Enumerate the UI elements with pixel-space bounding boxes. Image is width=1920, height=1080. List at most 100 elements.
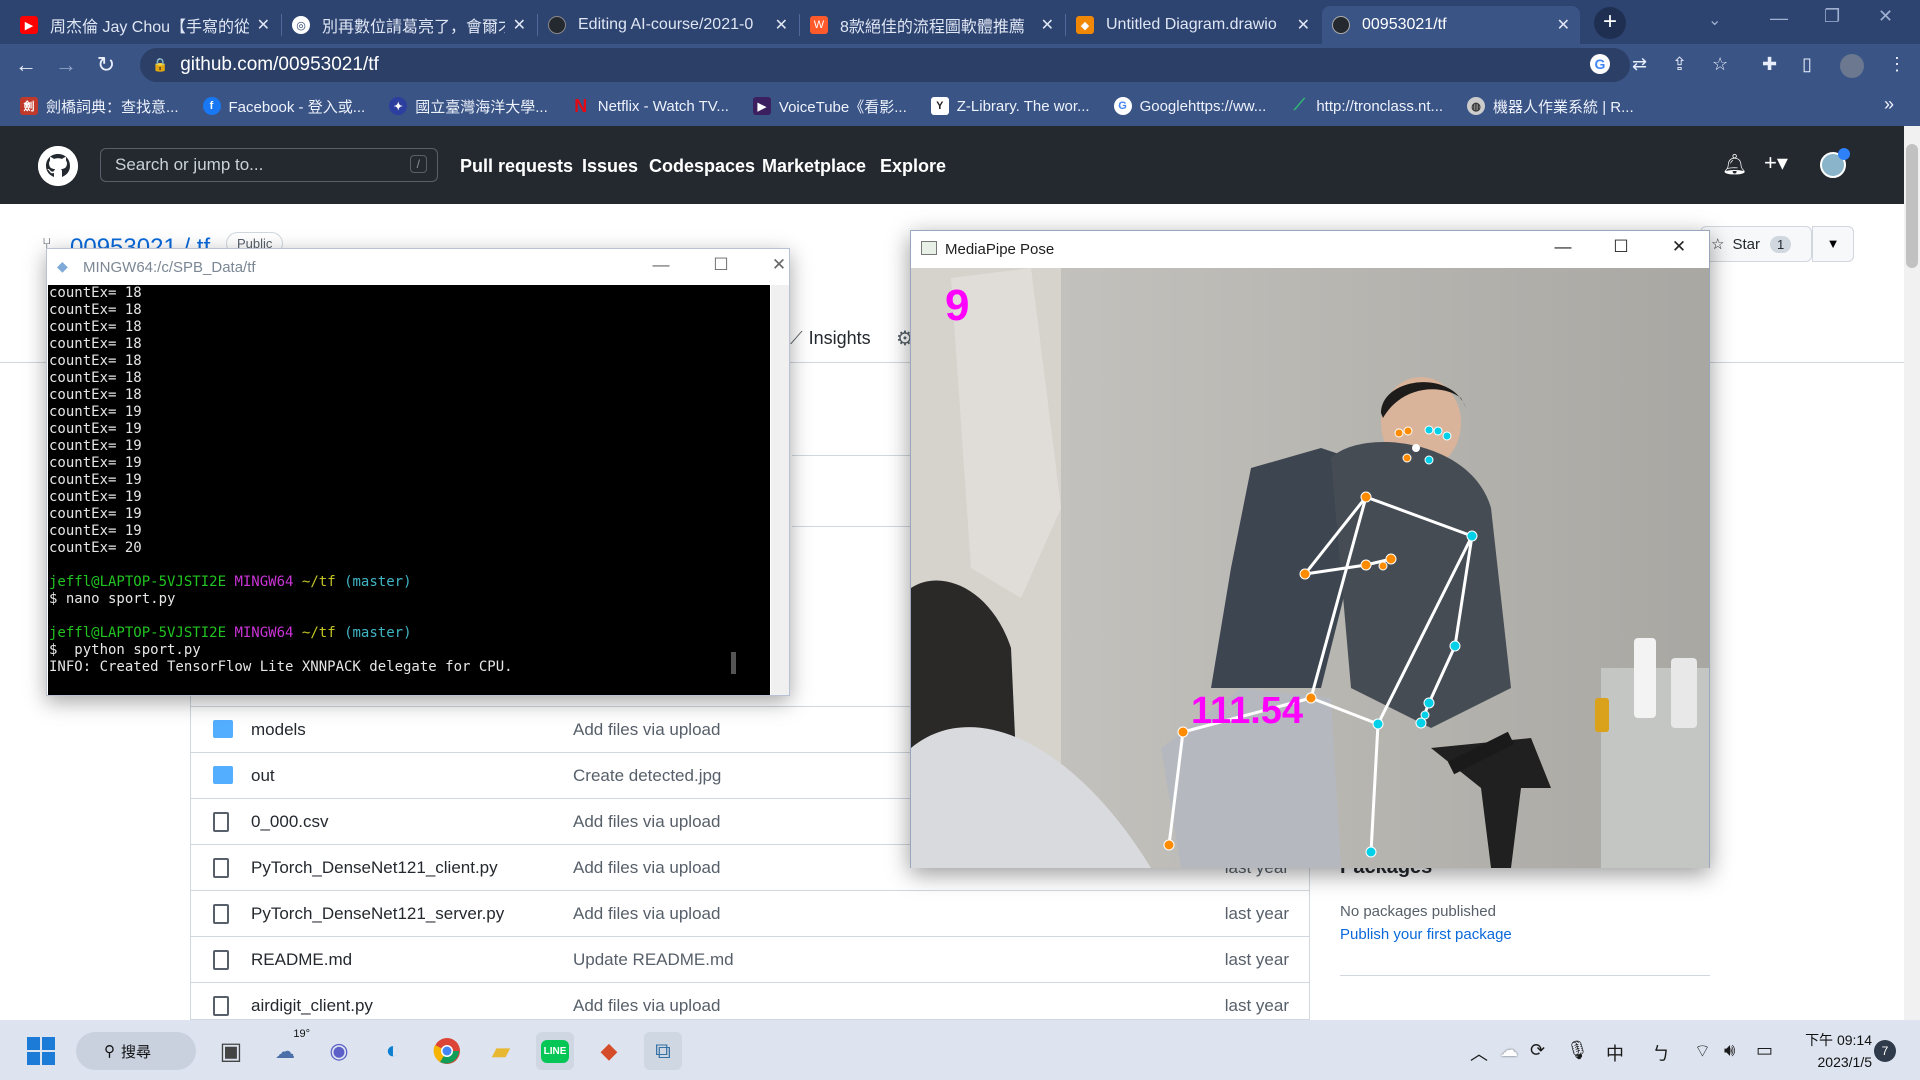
profile-avatar[interactable] (1840, 54, 1864, 78)
back-icon[interactable]: ← (12, 52, 40, 78)
more-bookmarks-icon[interactable]: » (1884, 94, 1894, 115)
browser-tab[interactable]: W 8款絕佳的流程圖軟體推薦 ✕ (800, 6, 1064, 44)
bookmark-item[interactable]: ⟋ http://tronclass.nt... (1290, 97, 1443, 115)
git-icon[interactable]: ◆ (590, 1032, 628, 1070)
commit-message[interactable]: Add files via upload (573, 904, 720, 924)
share-icon[interactable]: ⇪ (1672, 54, 1687, 75)
mediapipe-titlebar[interactable]: MediaPipe Pose — ☐ ✕ (911, 231, 1709, 267)
publish-package-link[interactable]: Publish your first package (1340, 926, 1512, 943)
table-row[interactable]: README.md Update README.md last year (191, 936, 1309, 982)
close-tab-icon[interactable]: ✕ (1297, 15, 1310, 35)
minimize-icon[interactable]: — (1543, 237, 1583, 257)
close-tab-icon[interactable]: ✕ (775, 15, 788, 35)
bookmark-item[interactable]: G Googlehttps://ww... (1113, 97, 1266, 115)
weather-icon[interactable]: ☁ 19° (266, 1028, 310, 1070)
file-name[interactable]: 0_000.csv (251, 812, 329, 832)
nav-explore[interactable]: Explore (880, 156, 946, 177)
microphone-icon[interactable]: 🎙︎ (1566, 1040, 1589, 1061)
tab-search-icon[interactable]: ⌄ (1708, 10, 1721, 30)
terminal-scroll-thumb[interactable] (731, 652, 736, 674)
wifi-icon[interactable]: ⌔ (1694, 1040, 1711, 1063)
ime-mode[interactable]: 中 (1606, 1040, 1624, 1066)
close-tab-icon[interactable]: ✕ (257, 15, 270, 35)
nav-codespaces[interactable]: Codespaces (649, 156, 755, 177)
nav-issues[interactable]: Issues (582, 156, 638, 177)
restore-icon[interactable]: ❐ (1824, 6, 1840, 27)
ime-bopomofo[interactable]: ㄅ (1652, 1040, 1670, 1066)
bookmark-item[interactable]: N Netflix - Watch TV... (572, 96, 729, 116)
terminal-window[interactable]: ◆ MINGW64:/c/SPB_Data/tf — ☐ ✕ countEx= … (46, 248, 790, 696)
chrome-icon[interactable] (428, 1032, 466, 1070)
browser-tab[interactable]: ◎ 別再數位請葛亮了，會爾才 ✕ (282, 6, 536, 44)
star-button[interactable]: ☆ Star 1 (1700, 226, 1812, 262)
bookmark-item[interactable]: ◍ 機器人作業系統 | R... (1467, 96, 1634, 117)
show-hidden-icons[interactable]: ︿ (1470, 1040, 1488, 1066)
bookmark-item[interactable]: Y Z-Library. The wor... (930, 97, 1090, 115)
reload-icon[interactable]: ↻ (92, 52, 120, 78)
create-new-icon[interactable]: +▾ (1764, 150, 1788, 176)
terminal-output[interactable]: countEx= 18 countEx= 18 countEx= 18 countEx… (48, 285, 770, 695)
file-name[interactable]: out (251, 766, 275, 786)
notification-badge[interactable]: 7 (1874, 1040, 1896, 1062)
windows-start-icon[interactable] (22, 1032, 60, 1070)
address-bar[interactable]: 🔒 github.com/00953021/tf (140, 48, 1630, 82)
bookmark-star-icon[interactable]: ☆ (1712, 54, 1728, 75)
table-row[interactable]: PyTorch_DenseNet121_server.py Add files … (191, 890, 1309, 936)
maximize-icon[interactable]: ☐ (1601, 237, 1641, 257)
notification-bell-icon[interactable]: 🔔︎ (1722, 152, 1747, 177)
github-search-input[interactable]: Search or jump to... / (100, 148, 438, 182)
teams-icon[interactable]: ◉ (320, 1032, 358, 1070)
file-explorer-icon[interactable]: ▰ (482, 1032, 520, 1070)
browser-tab[interactable]: Editing AI-course/2021-0 ✕ (538, 6, 798, 44)
extensions-icon[interactable]: ✚ (1762, 54, 1777, 75)
star-dropdown-icon[interactable]: ▼ (1812, 226, 1854, 262)
forward-icon[interactable]: → (52, 52, 80, 78)
commit-message[interactable]: Add files via upload (573, 996, 720, 1016)
nav-pull-requests[interactable]: Pull requests (460, 156, 573, 177)
browser-tab-active[interactable]: 00953021/tf ✕ (1322, 6, 1580, 44)
bookmark-item[interactable]: ▶ VoiceTube《看影... (752, 96, 907, 117)
maximize-icon[interactable]: ☐ (701, 255, 741, 275)
google-lens-icon[interactable]: G (1590, 54, 1610, 74)
file-name[interactable]: airdigit_client.py (251, 996, 373, 1016)
translate-icon[interactable]: ⇄ (1632, 54, 1647, 75)
file-name[interactable]: models (251, 720, 306, 740)
close-icon[interactable]: ✕ (1659, 237, 1699, 257)
edge-icon[interactable]: ◐ (374, 1032, 412, 1070)
github-logo-icon[interactable] (38, 146, 78, 186)
file-name[interactable]: README.md (251, 950, 352, 970)
close-tab-icon[interactable]: ✕ (513, 15, 526, 35)
tab-insights[interactable]: ⟋ Insights (790, 328, 871, 349)
browser-tab[interactable]: ▶ 周杰倫 Jay Chou【手寫的從 ✕ (10, 6, 280, 44)
close-tab-icon[interactable]: ✕ (1041, 15, 1054, 35)
commit-message[interactable]: Add files via upload (573, 720, 720, 740)
scrollbar-thumb[interactable] (1906, 144, 1918, 268)
terminal-titlebar[interactable]: ◆ MINGW64:/c/SPB_Data/tf — ☐ ✕ (47, 249, 789, 285)
commit-message[interactable]: Update README.md (573, 950, 734, 970)
commit-message[interactable]: Add files via upload (573, 812, 720, 832)
volume-icon[interactable]: 🔊︎ (1724, 1040, 1735, 1061)
file-name[interactable]: PyTorch_DenseNet121_server.py (251, 904, 504, 924)
battery-icon[interactable]: ▭ (1756, 1040, 1773, 1061)
file-name[interactable]: PyTorch_DenseNet121_client.py (251, 858, 498, 878)
close-icon[interactable]: ✕ (759, 255, 799, 275)
close-window-icon[interactable]: ✕ (1878, 6, 1893, 27)
minimize-icon[interactable]: — (641, 255, 681, 275)
menu-icon[interactable]: ⋮ (1888, 54, 1906, 75)
commit-message[interactable]: Add files via upload (573, 858, 720, 878)
onedrive-icon[interactable]: ☁ (1500, 1040, 1518, 1061)
bookmark-item[interactable]: f Facebook - 登入或... (202, 96, 365, 117)
taskbar-search[interactable]: ⚲ 搜尋 (76, 1032, 196, 1070)
browser-tab[interactable]: ◆ Untitled Diagram.drawio ✕ (1066, 6, 1320, 44)
sync-icon[interactable]: ⟳ (1530, 1040, 1545, 1061)
bookmark-item[interactable]: ✦ 國立臺灣海洋大學... (389, 96, 548, 117)
bookmark-item[interactable]: 劍劍橋詞典：查找意... (20, 96, 179, 117)
task-view-icon[interactable]: ▣ (212, 1032, 250, 1070)
close-tab-icon[interactable]: ✕ (1557, 15, 1570, 35)
mediapipe-window[interactable]: MediaPipe Pose — ☐ ✕ 9 111.54 (910, 230, 1710, 868)
python-icon[interactable]: ⧉ (644, 1032, 682, 1070)
clock[interactable]: 下午 09:14 2023/1/5 (1792, 1030, 1872, 1070)
minimize-icon[interactable]: — (1770, 8, 1788, 29)
terminal-scrollbar[interactable] (771, 285, 789, 695)
nav-marketplace[interactable]: Marketplace (762, 156, 866, 177)
